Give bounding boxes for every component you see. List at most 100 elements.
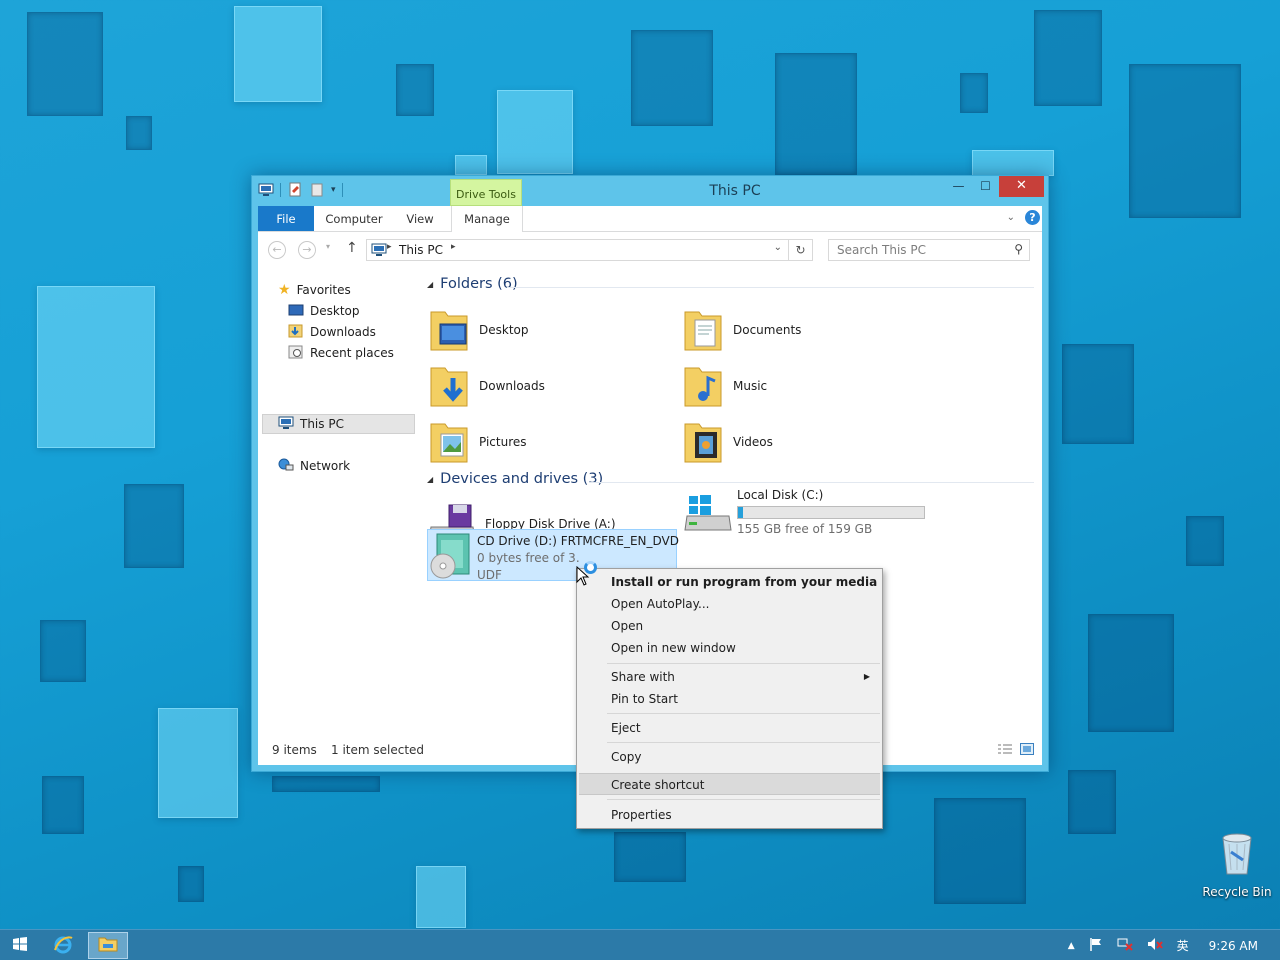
- desktop-decoration: [1062, 344, 1134, 444]
- nav-item-this-pc[interactable]: This PC: [278, 414, 344, 434]
- menu-item-properties[interactable]: Properties: [579, 804, 880, 826]
- nav-item-label: Recent places: [310, 346, 394, 360]
- recycle-bin[interactable]: Recycle Bin: [1202, 830, 1272, 899]
- minimize-button[interactable]: —: [945, 176, 972, 197]
- menu-item-create-shortcut[interactable]: Create shortcut: [579, 773, 880, 795]
- taskbar-clock[interactable]: 9:26 AM: [1209, 939, 1258, 953]
- folder-item-videos[interactable]: Videos: [683, 418, 773, 466]
- context-menu: Install or run program from your media O…: [576, 568, 883, 829]
- up-button[interactable]: ↑: [346, 240, 358, 256]
- music-folder-icon: [683, 362, 725, 410]
- refresh-button[interactable]: ↻: [788, 240, 812, 260]
- desktop-decoration: [775, 53, 857, 175]
- action-center-flag-icon[interactable]: [1089, 937, 1103, 954]
- folder-label: Music: [733, 379, 768, 393]
- maximize-button[interactable]: ☐: [972, 176, 999, 197]
- item-count: 9 items: [272, 743, 317, 757]
- show-hidden-icons-icon[interactable]: ▲: [1068, 941, 1075, 951]
- volume-muted-icon[interactable]: [1147, 937, 1163, 954]
- tab-manage[interactable]: Manage: [451, 206, 523, 232]
- search-input[interactable]: Search This PC ⚲: [828, 239, 1030, 261]
- nav-item-label: This PC: [300, 417, 344, 431]
- menu-item-eject[interactable]: Eject: [579, 717, 880, 739]
- menu-item-pin-to-start[interactable]: Pin to Start: [579, 688, 880, 710]
- folder-item-downloads[interactable]: Downloads: [429, 362, 545, 410]
- nav-item-favorites[interactable]: ★ Favorites: [278, 280, 351, 300]
- folder-item-desktop[interactable]: Desktop: [429, 306, 529, 354]
- desktop-decoration: [1034, 10, 1102, 106]
- address-bar[interactable]: ▸ This PC ▸ ⌄ ↻: [366, 239, 813, 261]
- nav-item-recent-places[interactable]: Recent places: [288, 343, 394, 363]
- group-title: Devices and drives (3): [440, 471, 604, 487]
- selection-count: 1 item selected: [331, 743, 425, 757]
- expand-ribbon-icon[interactable]: ⌄: [1007, 212, 1015, 223]
- menu-item-open[interactable]: Open: [579, 615, 880, 637]
- windows-logo-icon: [13, 937, 27, 954]
- menu-separator: [607, 663, 880, 664]
- back-button[interactable]: ←: [268, 241, 286, 259]
- input-method-indicator[interactable]: 英: [1177, 937, 1189, 954]
- desktop-decoration: [126, 116, 152, 150]
- collapse-icon: ◢: [427, 474, 434, 484]
- drive-label: CD Drive (D:) FRTMCFRE_EN_DVD: [477, 533, 679, 548]
- busy-indicator-icon: [584, 561, 597, 574]
- folder-item-music[interactable]: Music: [683, 362, 767, 410]
- menu-item-install-run[interactable]: Install or run program from your media: [579, 571, 880, 593]
- this-pc-icon: [371, 243, 387, 260]
- submenu-arrow-icon: ▶: [863, 672, 870, 681]
- folder-item-pictures[interactable]: Pictures: [429, 418, 527, 466]
- tab-view[interactable]: View: [398, 206, 442, 231]
- internet-explorer-button[interactable]: [43, 932, 83, 959]
- desktop-decoration: [455, 155, 487, 175]
- tab-file[interactable]: File: [258, 206, 314, 231]
- nav-item-downloads[interactable]: Downloads: [288, 322, 376, 342]
- file-explorer-button[interactable]: [88, 932, 128, 959]
- desktop-decoration: [396, 64, 434, 116]
- breadcrumb-this-pc[interactable]: This PC: [399, 243, 443, 257]
- downloads-folder-icon: [429, 362, 471, 410]
- cd-drive-icon: [429, 532, 473, 583]
- network-status-icon[interactable]: [1117, 937, 1133, 954]
- address-dropdown-icon[interactable]: ⌄: [774, 242, 782, 253]
- desktop-decoration: [42, 776, 84, 834]
- ribbon-right-controls: ⌄ ?: [1007, 210, 1040, 225]
- breadcrumb-chevron-icon[interactable]: ▸: [387, 242, 392, 252]
- recent-locations-icon[interactable]: ▾: [326, 242, 330, 251]
- menu-item-copy[interactable]: Copy: [579, 746, 880, 768]
- folder-label: Documents: [733, 323, 802, 337]
- menu-item-share-with[interactable]: Share with ▶: [579, 666, 880, 688]
- nav-item-network[interactable]: Network: [278, 456, 350, 476]
- recycle-bin-label: Recycle Bin: [1202, 885, 1272, 899]
- local-disk-details: Local Disk (C:) 155 GB free of 159 GB: [737, 488, 925, 536]
- large-icons-view-icon[interactable]: [1020, 743, 1034, 758]
- window-title: This PC: [709, 183, 761, 199]
- desktop-decoration: [124, 484, 184, 568]
- menu-item-open-autoplay[interactable]: Open AutoPlay...: [579, 593, 880, 615]
- desktop-decoration: [178, 866, 204, 902]
- menu-separator: [607, 713, 880, 714]
- start-button[interactable]: [0, 932, 40, 959]
- breadcrumb-chevron-icon[interactable]: ▸: [451, 242, 456, 252]
- search-icon: ⚲: [1014, 242, 1023, 256]
- menu-item-open-new-window[interactable]: Open in new window: [579, 637, 880, 659]
- nav-item-label: Favorites: [296, 283, 351, 297]
- desktop-decoration: [1068, 770, 1116, 834]
- drive-item-local-disk[interactable]: Local Disk (C:) 155 GB free of 159 GB: [683, 486, 925, 537]
- forward-button[interactable]: →: [298, 241, 316, 259]
- tab-computer[interactable]: Computer: [320, 206, 388, 231]
- drive-free-space: 155 GB free of 159 GB: [737, 521, 873, 536]
- taskbar: ▲ 英 9:26 AM: [0, 929, 1280, 960]
- close-button[interactable]: ✕: [999, 176, 1044, 197]
- disk-usage-bar: [737, 505, 925, 519]
- navigation-pane: ★ Favorites Desktop Downloads Recent pla…: [258, 266, 418, 737]
- documents-folder-icon: [683, 306, 725, 354]
- folder-item-documents[interactable]: Documents: [683, 306, 801, 354]
- details-view-icon[interactable]: [998, 743, 1012, 758]
- devices-group-header[interactable]: ◢ Devices and drives (3): [427, 471, 603, 487]
- desktop-decoration: [497, 90, 573, 174]
- help-icon[interactable]: ?: [1025, 210, 1040, 225]
- desktop-decoration: [416, 866, 466, 928]
- folders-group-header[interactable]: ◢ Folders (6): [427, 276, 518, 292]
- nav-item-desktop[interactable]: Desktop: [288, 301, 360, 321]
- nav-item-label: Desktop: [310, 304, 360, 318]
